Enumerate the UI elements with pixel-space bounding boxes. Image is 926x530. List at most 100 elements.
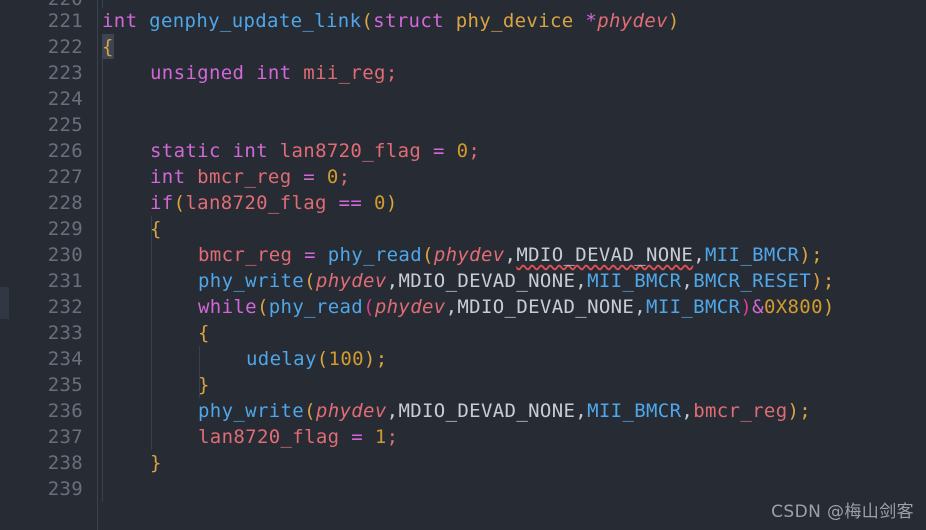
line-number: 236 xyxy=(47,400,83,422)
token-keyword: int xyxy=(150,166,186,188)
token-parameter: phydev xyxy=(315,400,387,422)
code-line[interactable]: phy_write(phydev,MDIO_DEVAD_NONE,MII_BMC… xyxy=(198,268,835,294)
token-number: 0 xyxy=(374,192,386,214)
code-line[interactable]: lan8720_flag = 1; xyxy=(198,424,398,450)
token-function-name: phy_read xyxy=(268,296,364,318)
token-macro: MDIO_DEVAD_NONE xyxy=(398,400,576,422)
token-semicolon: ; xyxy=(385,62,398,84)
token-brace: } xyxy=(198,374,210,396)
token-number: 1 xyxy=(374,426,387,448)
token-number: 0X800 xyxy=(763,296,823,318)
code-line[interactable]: { xyxy=(198,320,210,346)
token-function-name: genphy_update_link xyxy=(149,10,362,32)
code-line[interactable]: while(phy_read(phydev,MDIO_DEVAD_NONE,MI… xyxy=(198,294,835,320)
token-paren: ( xyxy=(256,296,269,318)
code-line[interactable]: static int lan8720_flag = 0; xyxy=(150,138,480,164)
token-comma: , xyxy=(386,400,399,422)
token-keyword: int xyxy=(232,140,268,162)
token-semicolon: ; xyxy=(811,244,823,266)
line-number: 230 xyxy=(47,244,83,266)
token-constant: MII_BMCR xyxy=(704,244,800,266)
token-paren: ( xyxy=(173,192,186,214)
token-brace: { xyxy=(150,218,162,240)
token-function-name: phy_write xyxy=(198,400,305,422)
token-operator: == xyxy=(338,192,363,214)
overview-ruler[interactable] xyxy=(0,0,9,530)
line-number: 231 xyxy=(47,270,83,292)
token-paren: ( xyxy=(316,348,329,370)
code-content-area[interactable]: int genphy_update_link(struct phy_device… xyxy=(98,0,926,530)
overview-ruler-marker xyxy=(0,287,9,319)
token-keyword: if xyxy=(150,192,174,214)
token-variable: lan8720_flag xyxy=(185,192,327,214)
token-operator: = xyxy=(304,244,316,266)
line-number: 223 xyxy=(47,62,83,84)
token-comma: , xyxy=(681,400,694,422)
code-line[interactable]: int bmcr_reg = 0; xyxy=(150,164,350,190)
token-brace: } xyxy=(150,452,162,474)
token-semicolon: ; xyxy=(375,348,388,370)
code-line[interactable]: } xyxy=(198,372,210,398)
token-paren: ( xyxy=(422,244,434,266)
code-editor[interactable]: 220 221 222 223 224 225 226 227 228 229 … xyxy=(0,0,926,530)
line-number: 222 xyxy=(47,36,83,58)
line-number: 221 xyxy=(47,10,83,32)
token-paren: ) xyxy=(811,270,823,292)
token-operator: = xyxy=(432,140,445,162)
token-keyword: while xyxy=(198,296,257,318)
token-comma: , xyxy=(634,296,647,318)
token-operator-and: & xyxy=(752,296,764,318)
code-line[interactable]: { xyxy=(102,34,114,60)
line-number: 238 xyxy=(47,452,83,474)
code-line[interactable]: } xyxy=(150,450,162,476)
token-comma: , xyxy=(386,270,399,292)
line-number: 226 xyxy=(47,140,83,162)
code-line[interactable]: bmcr_reg = phy_read(phydev,MDIO_DEVAD_NO… xyxy=(198,242,823,268)
token-paren: ( xyxy=(304,270,316,292)
token-brace: { xyxy=(102,36,114,58)
code-line[interactable]: if(lan8720_flag == 0) xyxy=(150,190,398,216)
code-line[interactable]: phy_write(phydev,MDIO_DEVAD_NONE,MII_BMC… xyxy=(198,398,811,424)
token-paren: ) xyxy=(787,400,800,422)
token-constant: MII_BMCR xyxy=(587,270,682,292)
token-macro: MDIO_DEVAD_NONE xyxy=(398,270,576,292)
token-variable: bmcr_reg xyxy=(197,166,292,188)
token-constant: MII_BMCR xyxy=(587,400,682,422)
token-keyword: unsigned xyxy=(150,62,245,84)
line-number: 237 xyxy=(47,426,83,448)
token-brace: { xyxy=(198,322,210,344)
token-semicolon: ; xyxy=(799,400,812,422)
token-star: * xyxy=(585,10,598,32)
line-number: 228 xyxy=(47,192,83,214)
code-line[interactable]: udelay(100); xyxy=(246,346,388,372)
token-semicolon: ; xyxy=(822,270,835,292)
token-comma: , xyxy=(504,244,517,266)
line-number: 224 xyxy=(47,88,83,110)
code-line[interactable]: int genphy_update_link(struct phy_device… xyxy=(102,8,680,34)
code-line[interactable]: unsigned int mii_reg; xyxy=(150,60,398,86)
token-variable: bmcr_reg xyxy=(693,400,788,422)
token-parameter: phydev xyxy=(315,270,387,292)
token-comma: , xyxy=(575,270,588,292)
token-paren: ( xyxy=(361,10,374,32)
line-number: 229 xyxy=(47,218,83,240)
code-line[interactable]: { xyxy=(150,216,162,242)
token-paren: ( xyxy=(363,296,375,318)
token-paren: ) xyxy=(822,296,835,318)
token-keyword: static xyxy=(150,140,221,162)
token-paren: ) xyxy=(799,244,812,266)
token-paren: ) xyxy=(363,348,376,370)
token-paren: ) xyxy=(667,10,680,32)
token-variable: mii_reg xyxy=(303,62,386,84)
